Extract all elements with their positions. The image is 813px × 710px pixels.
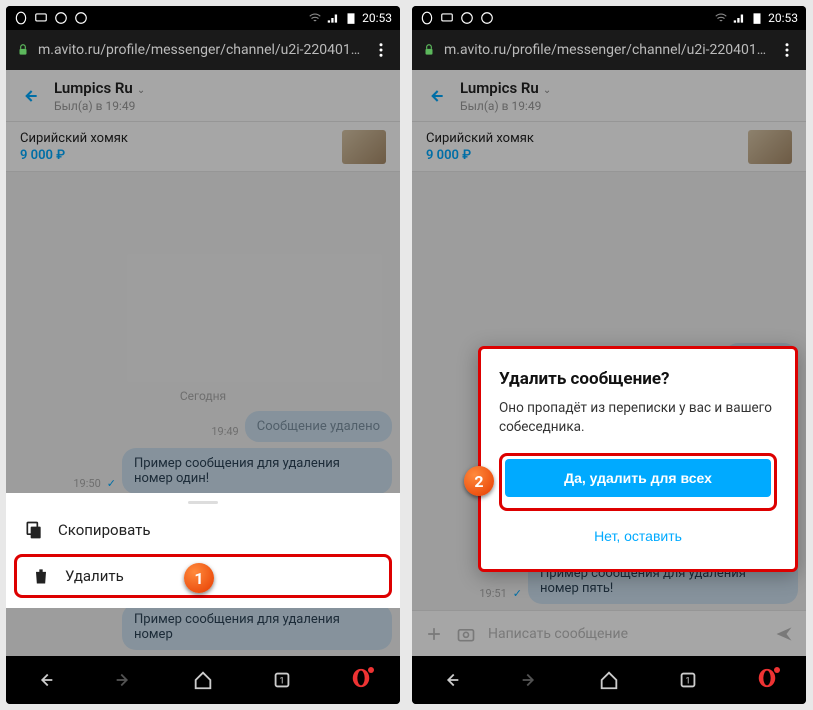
battery-icon [750,11,764,25]
signal-icon [326,11,340,25]
signal-icon [732,11,746,25]
wifi-icon [714,11,728,25]
dialog-title: Удалить сообщение? [499,369,777,389]
phone-left: 20:53 m.avito.ru/profile/messenger/chann… [6,6,400,704]
phone-right: 20:53 m.avito.ru/profile/messenger/chann… [412,6,806,704]
cast-icon [34,11,48,25]
dialog-confirm-button[interactable]: Да, удалить для всех [505,459,771,497]
browser-menu-icon[interactable] [372,41,390,59]
url-text: m.avito.ru/profile/messenger/channel/u2i… [444,42,770,58]
svg-text:1: 1 [279,677,284,687]
nav-back-icon[interactable] [34,669,56,691]
app-icon-2 [480,11,494,25]
status-time: 20:53 [768,11,798,25]
sheet-delete-label: Удалить [65,567,124,585]
trash-icon [31,566,51,586]
nav-back-icon[interactable] [440,669,462,691]
app-icon-1 [460,11,474,25]
delete-confirm-dialog: Удалить сообщение? Оно пропадёт из переп… [478,346,798,572]
nav-opera-icon[interactable] [756,667,778,693]
sheet-copy-item[interactable]: Скопировать [6,508,400,552]
cast-icon [440,11,454,25]
lock-icon [422,43,436,57]
callout-badge-2: 2 [464,466,494,496]
status-bar: 20:53 [412,6,806,30]
status-time: 20:53 [362,11,392,25]
sheet-copy-label: Скопировать [58,521,151,539]
opera-mini-icon [420,11,434,25]
url-text: m.avito.ru/profile/messenger/channel/u2i… [38,42,364,58]
callout-badge-1: 1 [184,563,214,593]
status-bar: 20:53 [6,6,400,30]
browser-bottom-nav: 1 [6,656,400,704]
app-icon-2 [74,11,88,25]
browser-bottom-nav: 1 [412,656,806,704]
nav-tabs-icon[interactable]: 1 [271,669,293,691]
nav-home-icon[interactable] [192,669,214,691]
wifi-icon [308,11,322,25]
sheet-handle[interactable] [188,501,218,504]
url-bar[interactable]: m.avito.ru/profile/messenger/channel/u2i… [6,30,400,70]
dialog-text: Оно пропадёт из переписки у вас и вашего… [499,399,777,437]
nav-forward-icon[interactable] [519,669,541,691]
browser-menu-icon[interactable] [778,41,796,59]
nav-forward-icon[interactable] [113,669,135,691]
url-bar[interactable]: m.avito.ru/profile/messenger/channel/u2i… [412,30,806,70]
copy-icon [24,520,44,540]
nav-tabs-icon[interactable]: 1 [677,669,699,691]
lock-icon [16,43,30,57]
svg-text:1: 1 [685,677,690,687]
opera-mini-icon [14,11,28,25]
nav-home-icon[interactable] [598,669,620,691]
nav-opera-icon[interactable] [350,667,372,693]
app-icon-1 [54,11,68,25]
dialog-cancel-button[interactable]: Нет, оставить [499,517,777,555]
dialog-confirm-highlight: Да, удалить для всех [499,453,777,511]
battery-icon [344,11,358,25]
